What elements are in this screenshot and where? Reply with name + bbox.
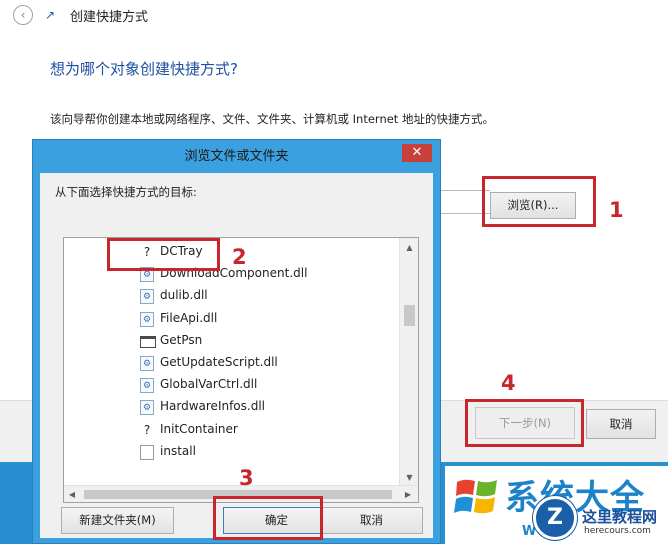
file-tree[interactable]: ? DCTray ⚙ DownloadComponent.dll ⚙ dulib… [63, 237, 419, 503]
list-item[interactable]: ⚙ GlobalVarCtrl.dll [64, 374, 398, 396]
highlight-ok [213, 496, 323, 540]
wizard-cancel-button[interactable]: 取消 [586, 409, 656, 439]
step-number-4: 4 [501, 371, 516, 395]
vertical-scrollbar[interactable]: ▲ ▼ [399, 238, 418, 486]
back-arrow-icon[interactable]: ‹ [13, 5, 33, 25]
list-item[interactable]: GetPsn [64, 330, 398, 352]
dialog-body: 从下面选择快捷方式的目标: ? DCTray ⚙ DownloadCompone… [40, 173, 433, 538]
scroll-left-icon[interactable]: ◀ [64, 486, 80, 503]
list-item-label: GetUpdateScript.dll [160, 354, 278, 369]
unknown-file-icon: ? [143, 422, 151, 437]
dll-file-icon: ⚙ [140, 400, 154, 416]
browse-dialog: 浏览文件或文件夹 ✕ 从下面选择快捷方式的目标: ? DCTray ⚙ Down… [32, 139, 441, 544]
wizard-title: 创建快捷方式 [70, 10, 149, 25]
list-item-label: GlobalVarCtrl.dll [160, 377, 258, 392]
watermark-url: herecours.com [584, 526, 651, 536]
list-item-label: HardwareInfos.dll [160, 399, 265, 414]
step-number-3: 3 [239, 466, 254, 490]
list-item[interactable]: ⚙ FileApi.dll [64, 308, 398, 330]
list-item[interactable]: ⚙ GetUpdateScript.dll [64, 352, 398, 374]
dialog-title: 浏览文件或文件夹 [184, 149, 289, 164]
list-item[interactable]: install [64, 441, 398, 463]
list-item[interactable]: ⚙ HardwareInfos.dll [64, 396, 398, 418]
dll-file-icon: ⚙ [140, 289, 154, 305]
list-item[interactable]: ⚙ dulib.dll [64, 285, 398, 307]
wizard-header: ‹ ↗ 创建快捷方式 [0, 0, 668, 30]
list-item-label: dulib.dll [160, 288, 208, 303]
watermark-site-name: 这里教程网 [582, 508, 658, 526]
watermark-seal-icon: Z [533, 496, 577, 540]
list-item-label: install [160, 443, 196, 458]
highlight-next [465, 399, 584, 447]
dll-file-icon: ⚙ [140, 355, 154, 371]
dialog-cancel-button[interactable]: 取消 [320, 507, 423, 534]
windows-logo-icon [454, 479, 497, 514]
dll-file-icon: ⚙ [140, 378, 154, 394]
shortcut-icon: ↗ [45, 8, 56, 22]
list-item-label: GetPsn [160, 332, 203, 347]
list-item-label: FileApi.dll [160, 310, 218, 325]
highlight-browse [482, 176, 596, 227]
watermark: 系统大全 W Z 这里教程网 herecours.com [445, 466, 668, 544]
document-icon [140, 444, 154, 460]
scroll-thumb[interactable] [404, 305, 415, 326]
scroll-right-icon[interactable]: ▶ [400, 486, 416, 503]
application-icon [140, 335, 156, 348]
list-item-label: InitContainer [160, 421, 238, 436]
highlight-dctray [107, 238, 220, 271]
dialog-prompt: 从下面选择快捷方式的目标: [55, 185, 197, 199]
list-item[interactable]: ? InitContainer [64, 419, 398, 441]
wizard-question: 想为哪个对象创建快捷方式? [50, 60, 238, 78]
close-icon[interactable]: ✕ [402, 144, 432, 162]
dll-file-icon: ⚙ [140, 311, 154, 327]
step-number-2: 2 [232, 245, 247, 269]
scroll-down-icon[interactable]: ▼ [400, 470, 419, 486]
wizard-description: 该向导帮你创建本地或网络程序、文件、文件夹、计算机或 Internet 地址的快… [50, 112, 494, 126]
step-number-1: 1 [609, 198, 624, 222]
scroll-up-icon[interactable]: ▲ [400, 240, 419, 256]
file-list: ? DCTray ⚙ DownloadComponent.dll ⚙ dulib… [64, 241, 398, 463]
new-folder-button[interactable]: 新建文件夹(M) [61, 507, 174, 534]
